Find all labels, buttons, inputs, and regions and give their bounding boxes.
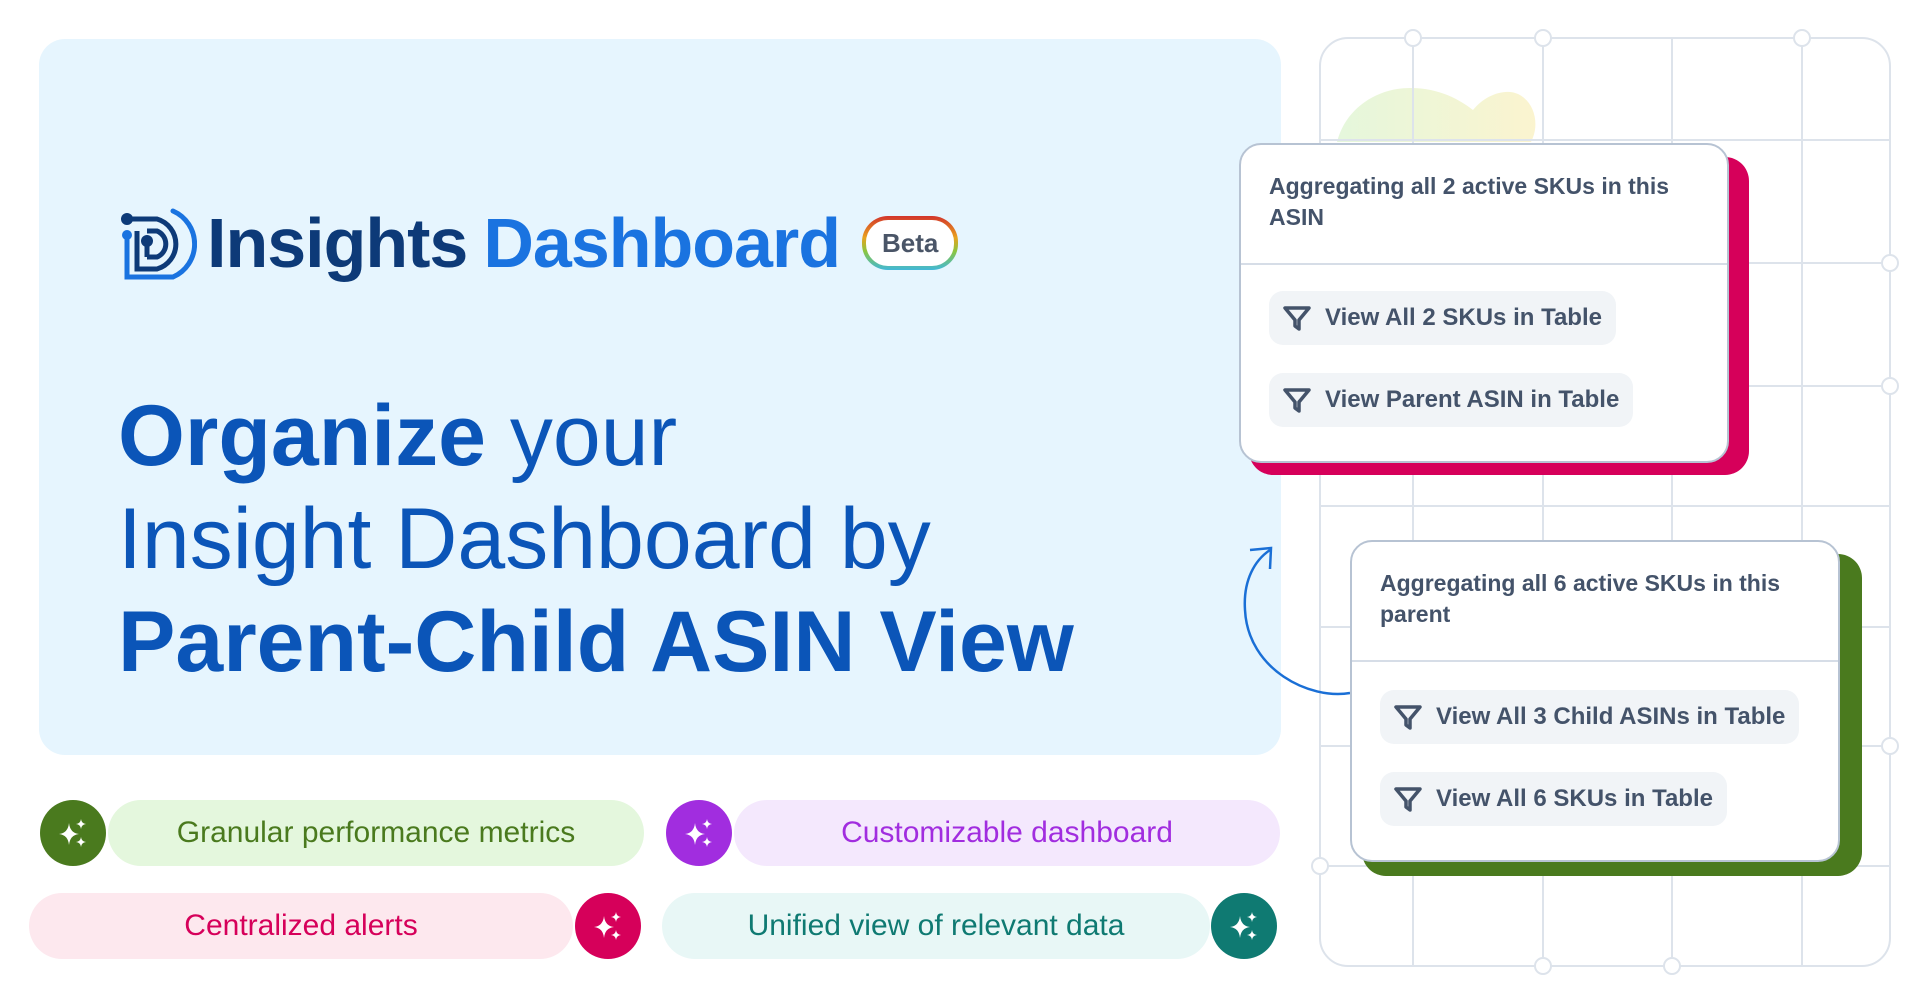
feature-pill-alerts: Centralized alerts — [29, 893, 573, 959]
feature-pill-customizable: Customizable dashboard — [734, 800, 1280, 866]
grid-node — [1534, 29, 1552, 47]
filter-icon — [1283, 388, 1311, 413]
grid-node — [1311, 857, 1329, 875]
sparkles-icon — [594, 912, 621, 940]
card-title: Aggregating all 6 active SKUs in this pa… — [1380, 570, 1781, 627]
sparkles-icon — [1230, 912, 1257, 940]
brand-name-dashboard: Dashboard — [483, 204, 841, 282]
asin-aggregation-card: Aggregating all 2 active SKUs in this AS… — [1239, 143, 1749, 475]
headline-light-word: your — [485, 388, 678, 484]
headline-line-1: Organize your — [118, 385, 1074, 488]
headline: Organize your Insight Dashboard by Paren… — [118, 385, 1074, 694]
card-divider — [1352, 660, 1838, 662]
button-label: View All 6 SKUs in Table — [1436, 785, 1713, 812]
feature-pill-unified: Unified view of relevant data — [662, 893, 1210, 959]
view-all-skus-button[interactable]: View All 2 SKUs in Table — [1269, 291, 1616, 345]
beta-badge-label: Beta — [881, 227, 939, 258]
grid-node — [1881, 254, 1899, 272]
grid-node — [1793, 29, 1811, 47]
sparkles-icon — [59, 819, 86, 847]
grid-node — [1881, 737, 1899, 755]
grid-node — [1881, 377, 1899, 395]
headline-bold-word: Organize — [118, 388, 486, 484]
filter-icon — [1283, 306, 1311, 331]
brand-header: Insights Dashboard Beta — [117, 198, 958, 288]
sparkles-icon — [685, 819, 712, 847]
button-label: View All 2 SKUs in Table — [1325, 304, 1602, 331]
view-child-asins-button[interactable]: View All 3 Child ASINs in Table — [1380, 690, 1800, 744]
view-all-6-skus-button[interactable]: View All 6 SKUs in Table — [1380, 772, 1727, 826]
grid-node — [1534, 957, 1552, 975]
feature-icon-customizable — [666, 800, 732, 866]
filter-icon — [1394, 787, 1422, 812]
feature-pill-granular: Granular performance metrics — [108, 800, 644, 866]
feature-label: Unified view of relevant data — [747, 909, 1125, 942]
parent-aggregation-card: Aggregating all 6 active SKUs in this pa… — [1350, 540, 1862, 876]
card-divider — [1241, 263, 1727, 265]
feature-icon-granular — [40, 800, 106, 866]
beta-badge: Beta — [862, 216, 958, 270]
brand-name-insights: Insights — [207, 204, 468, 282]
button-label: View All 3 Child ASINs in Table — [1436, 703, 1786, 730]
feature-label: Centralized alerts — [184, 909, 418, 942]
card-title: Aggregating all 2 active SKUs in this AS… — [1269, 173, 1670, 230]
button-label: View Parent ASIN in Table — [1325, 386, 1620, 413]
feature-icon-alerts — [575, 893, 641, 959]
grid-node — [1404, 29, 1422, 47]
feature-label: Customizable dashboard — [841, 816, 1173, 849]
feature-icon-unified — [1211, 893, 1277, 959]
headline-line-3: Parent-Child ASIN View — [118, 594, 1074, 690]
view-parent-asin-button[interactable]: View Parent ASIN in Table — [1269, 373, 1634, 427]
grid-node — [1663, 957, 1681, 975]
decorative-blob — [1337, 88, 1536, 142]
headline-line-2: Insight Dashboard by — [118, 491, 931, 587]
insights-d-logo-icon — [121, 208, 197, 280]
filter-icon — [1394, 705, 1422, 730]
feature-label: Granular performance metrics — [176, 816, 576, 849]
